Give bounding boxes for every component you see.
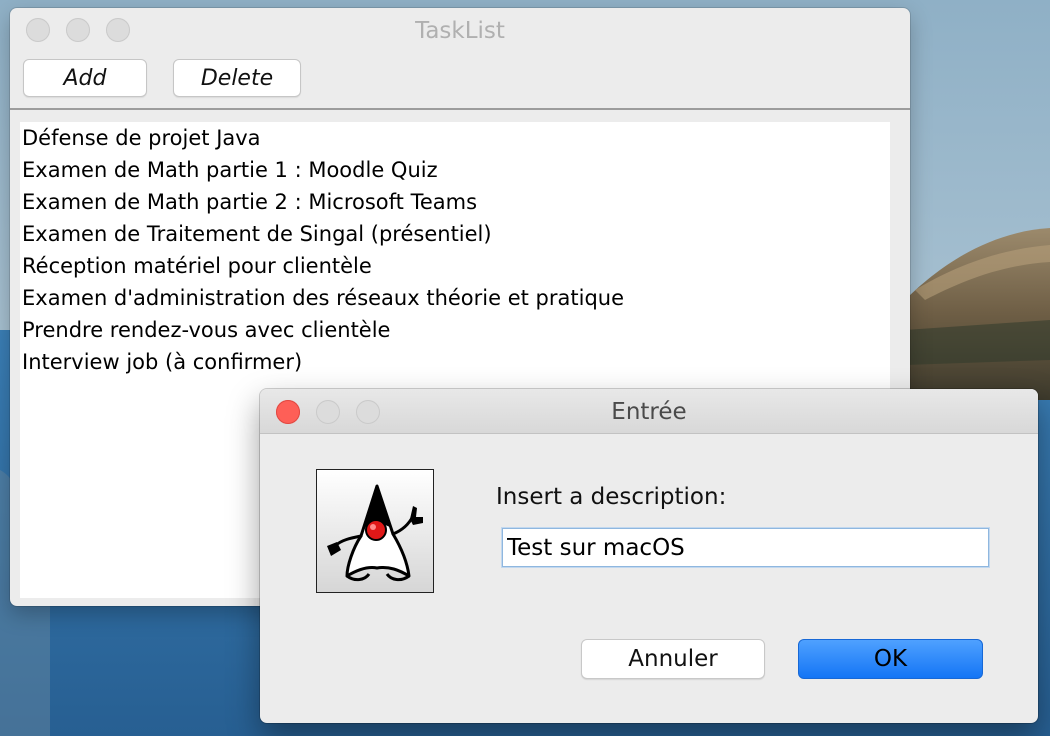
add-button[interactable]: Add [23, 59, 147, 97]
task-list-item[interactable]: Examen de Traitement de Singal (présenti… [20, 218, 890, 250]
ok-button[interactable]: OK [798, 639, 983, 679]
description-prompt-label: Insert a description: [496, 484, 727, 510]
task-list-item[interactable]: Interview job (à confirmer) [20, 346, 890, 378]
dialog-close-button[interactable] [276, 400, 300, 424]
toolbar-separator [10, 108, 910, 110]
description-input[interactable] [502, 528, 989, 567]
dialog-zoom-button[interactable] [356, 400, 380, 424]
task-list-item[interactable]: Examen d'administration des réseaux théo… [20, 282, 890, 314]
task-list-item[interactable]: Réception matériel pour clientèle [20, 250, 890, 282]
window-title: TaskList [415, 18, 505, 44]
input-dialog: Entrée Insert a description: Test sur ma… [260, 389, 1038, 723]
delete-button[interactable]: Delete [173, 59, 301, 97]
task-list-item[interactable]: Prendre rendez-vous avec clientèle [20, 314, 890, 346]
java-duke-icon [316, 469, 434, 593]
minimize-window-button[interactable] [66, 18, 90, 42]
task-list-item[interactable]: Examen de Math partie 1 : Moodle Quiz [20, 154, 890, 186]
desktop: TaskList Add Delete Défense de projet Ja… [0, 0, 1050, 736]
close-window-button[interactable] [26, 18, 50, 42]
cancel-button[interactable]: Annuler [581, 639, 765, 679]
dialog-title: Entrée [611, 399, 687, 425]
task-list-item[interactable]: Défense de projet Java [20, 122, 890, 154]
tasklist-titlebar: TaskList [10, 8, 910, 52]
zoom-window-button[interactable] [106, 18, 130, 42]
task-list-item[interactable]: Examen de Math partie 2 : Microsoft Team… [20, 186, 890, 218]
dialog-minimize-button[interactable] [316, 400, 340, 424]
